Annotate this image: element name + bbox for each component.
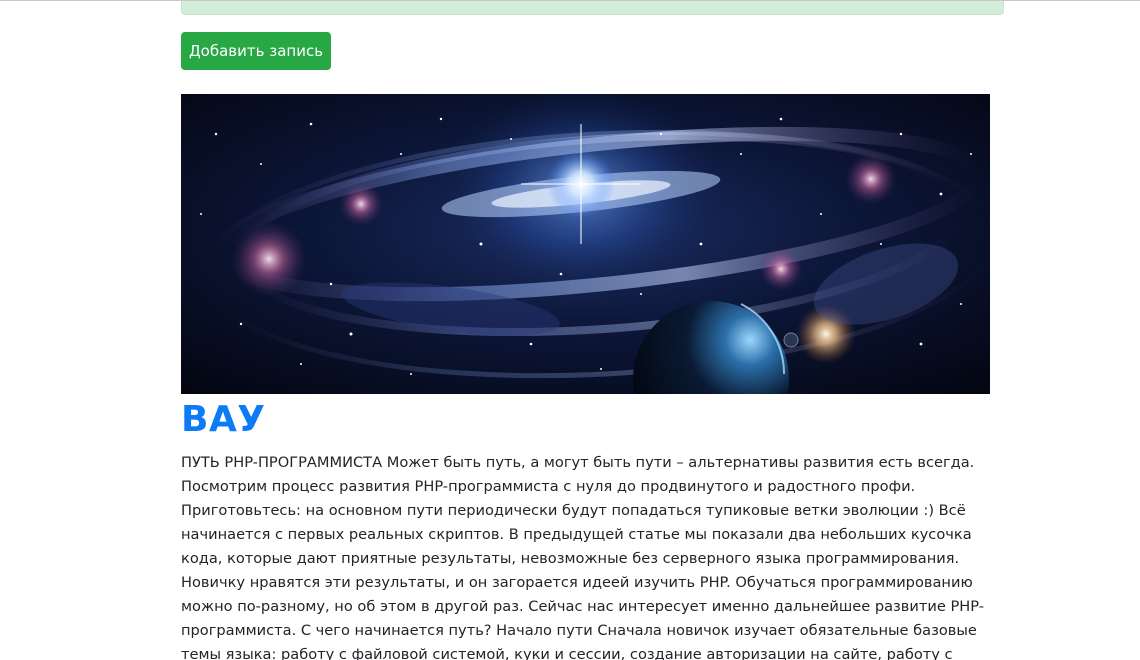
page: Добавить запись ВАУ ПУТЬ PHP-ПРОГРАММИСТ… [0,0,1140,660]
post-title: ВАУ [181,399,266,440]
post-image [181,94,990,394]
success-alert [181,1,1004,15]
post-body: ПУТЬ PHP-ПРОГРАММИСТА Может быть путь, а… [181,454,985,660]
add-record-button[interactable]: Добавить запись [181,32,331,70]
